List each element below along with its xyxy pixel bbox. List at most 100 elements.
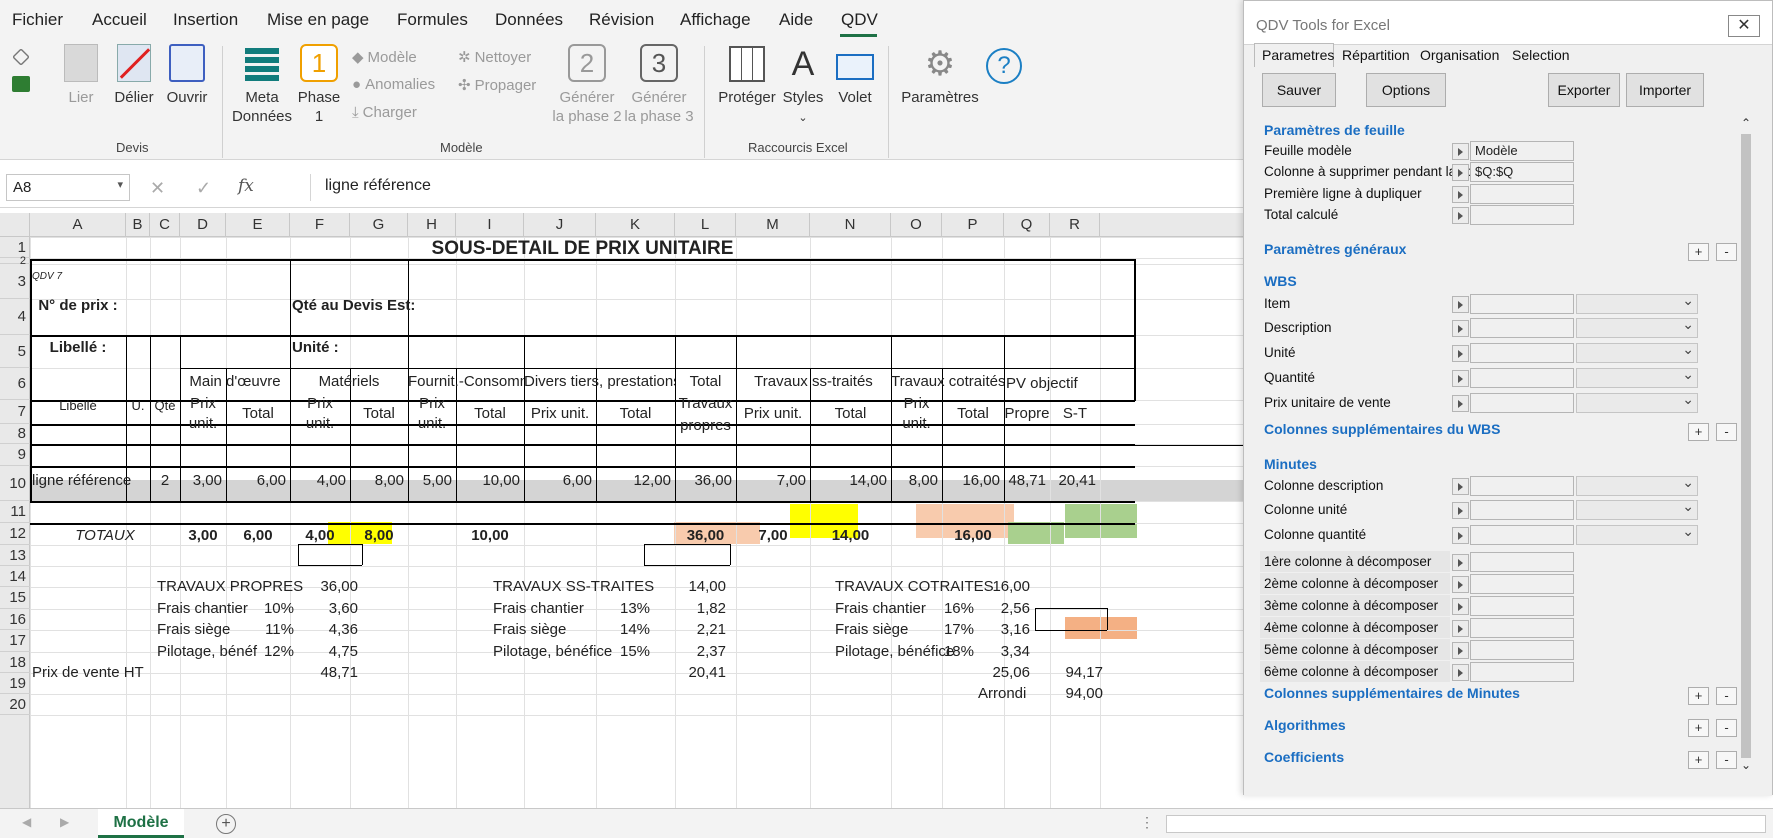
column-header-f[interactable]: F: [290, 213, 350, 237]
row8-col-o[interactable]: 8,00: [891, 471, 938, 491]
row8-col-n[interactable]: 14,00: [810, 471, 887, 491]
tp-total[interactable]: 36,00: [298, 577, 358, 597]
min-c3-arrow-icon[interactable]: [1452, 598, 1469, 615]
feuille-modele-arrow-icon[interactable]: [1452, 143, 1469, 160]
importer-button[interactable]: Importer: [1626, 73, 1704, 107]
cancel-icon[interactable]: ✕: [150, 178, 165, 199]
meta-donnees-button[interactable]: Meta Données: [228, 44, 296, 126]
generer-phase3-button[interactable]: 3 Générer la phase 3: [622, 44, 696, 126]
wbs-prix-unitaire-input[interactable]: [1470, 393, 1574, 413]
ct-fs-val[interactable]: 3,16: [978, 620, 1030, 640]
menu-accueil[interactable]: Accueil: [92, 10, 147, 30]
header-materiels[interactable]: Matériels: [290, 372, 408, 392]
tp-fc-pct[interactable]: 10%: [258, 599, 294, 619]
exporter-button[interactable]: Exporter: [1548, 73, 1620, 107]
row8-col-l[interactable]: 36,00: [675, 471, 732, 491]
min-c2-input[interactable]: [1470, 574, 1574, 594]
premiere-ligne-arrow-icon[interactable]: [1452, 186, 1469, 203]
pv-label[interactable]: Prix de vente HT: [32, 663, 182, 683]
menu-revision[interactable]: Révision: [589, 10, 654, 30]
row-header-8[interactable]: 8: [0, 424, 30, 444]
row-header-16[interactable]: 16: [0, 609, 30, 630]
column-header-h[interactable]: H: [408, 213, 456, 237]
unite-label[interactable]: Unité :: [292, 338, 372, 358]
no-prix-label[interactable]: N° de prix :: [30, 296, 126, 316]
totaux-col-d[interactable]: 3,00: [180, 526, 226, 546]
header-unit-0[interactable]: unit.: [180, 414, 226, 434]
header-total-4[interactable]: Total: [810, 404, 891, 424]
column-header-o[interactable]: O: [891, 213, 942, 237]
st-fs-pct[interactable]: 14%: [620, 620, 650, 640]
wbs-quantite-dropdown[interactable]: [1576, 366, 1698, 388]
section-algorithmes[interactable]: Algorithmes: [1264, 717, 1346, 733]
tab-repartition[interactable]: Répartition: [1338, 45, 1414, 65]
feuille-modele-input[interactable]: Modèle: [1470, 141, 1574, 161]
section-coefficients[interactable]: Coefficients: [1264, 749, 1344, 765]
header-total-2[interactable]: Total: [456, 404, 524, 424]
ct-fs-pct[interactable]: 17%: [934, 620, 974, 640]
ouvrir-button[interactable]: Ouvrir: [162, 44, 212, 107]
column-header-b[interactable]: B: [126, 213, 150, 237]
header-propre[interactable]: Propre: [1004, 404, 1050, 424]
row-header-7[interactable]: 7: [0, 400, 30, 424]
close-icon[interactable]: ✕: [1728, 15, 1760, 37]
row8-col-h[interactable]: 5,00: [408, 471, 452, 491]
function-icon[interactable]: fx: [238, 176, 254, 196]
row8-col-q[interactable]: 48,71: [1004, 471, 1046, 491]
min-col-description-arrow-icon[interactable]: [1452, 478, 1469, 495]
tab-organisation[interactable]: Organisation: [1416, 45, 1503, 65]
tp-fs-pct[interactable]: 11%: [258, 620, 294, 640]
tp-fc-val[interactable]: 3,60: [298, 599, 358, 619]
options-button[interactable]: Options: [1366, 73, 1446, 107]
premiere-ligne-input[interactable]: [1470, 184, 1574, 204]
help-icon[interactable]: ?: [986, 48, 1022, 84]
min-c4-input[interactable]: [1470, 618, 1574, 638]
header-divers[interactable]: Divers tiers, prestations: [524, 372, 675, 392]
header-prix-0[interactable]: Prix: [180, 394, 226, 414]
section-parametres-generaux-expand-button[interactable]: +: [1688, 243, 1709, 261]
row-header-4[interactable]: 4: [0, 299, 30, 335]
st-total[interactable]: 14,00: [644, 577, 726, 597]
sheet-tab-modele[interactable]: Modèle: [98, 809, 184, 838]
wbs-item-arrow-icon[interactable]: [1452, 296, 1469, 313]
name-box[interactable]: A8 ▾: [6, 174, 130, 201]
tab-parametres[interactable]: Parametres: [1258, 45, 1338, 65]
row8-col-e[interactable]: 6,00: [226, 471, 286, 491]
header-prix-1[interactable]: Prix: [290, 394, 350, 414]
wbs-item-dropdown[interactable]: [1576, 292, 1698, 314]
min-col-description-dropdown[interactable]: [1576, 474, 1698, 496]
menu-fichier[interactable]: Fichier: [12, 10, 63, 30]
header-total-1[interactable]: Total: [350, 404, 408, 424]
min-col-unite-arrow-icon[interactable]: [1452, 502, 1469, 519]
ct-pb-pct[interactable]: 18%: [934, 642, 974, 662]
qdv7-label[interactable]: QDV 7: [32, 271, 112, 283]
min-c5-arrow-icon[interactable]: [1452, 642, 1469, 659]
column-header-r[interactable]: R: [1050, 213, 1100, 237]
min-c6-input[interactable]: [1470, 662, 1574, 682]
header-total[interactable]: Total: [675, 372, 736, 392]
totaux-col-g[interactable]: 8,00: [350, 526, 408, 546]
charger-button[interactable]: ⤓ Charger: [352, 104, 417, 121]
header-ss-traites[interactable]: Travaux ss-traités: [736, 372, 891, 392]
min-c5-input[interactable]: [1470, 640, 1574, 660]
wbs-prix-unitaire-dropdown[interactable]: [1576, 391, 1698, 413]
qte-devis-label[interactable]: Qté au Devis Est:: [292, 296, 415, 316]
column-header-q[interactable]: Q: [1004, 213, 1050, 237]
st-pb-pct[interactable]: 15%: [620, 642, 650, 662]
row8-col-f[interactable]: 4,00: [290, 471, 346, 491]
st-pb-val[interactable]: 2,37: [644, 642, 726, 662]
min-col-unite-input[interactable]: [1470, 500, 1574, 520]
row8-col-g[interactable]: 8,00: [350, 471, 404, 491]
pv-total[interactable]: 94,17: [1035, 663, 1103, 683]
header-qte[interactable]: Qté: [150, 396, 180, 416]
header-prix-cot[interactable]: Prix: [891, 394, 942, 414]
anomalies-button[interactable]: ● Anomalies: [352, 76, 435, 93]
row-header-9[interactable]: 9: [0, 444, 30, 466]
row-header-19[interactable]: 19: [0, 673, 30, 694]
header-pv-objectif[interactable]: PV objectif: [1006, 374, 1096, 394]
volet-button[interactable]: Volet: [832, 44, 878, 107]
header-main-oeuvre[interactable]: Main d'œuvre: [180, 372, 290, 392]
totaux-col-n[interactable]: 14,00: [810, 526, 891, 546]
row-header-13[interactable]: 13: [0, 545, 30, 566]
header-st[interactable]: S-T: [1050, 404, 1100, 424]
